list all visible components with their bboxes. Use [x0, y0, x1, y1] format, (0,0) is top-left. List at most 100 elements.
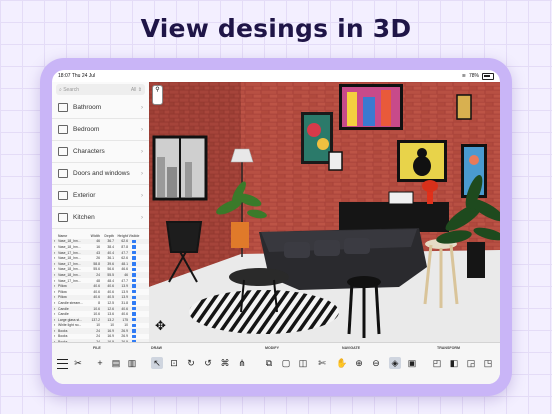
cell-width: 46 — [96, 239, 100, 244]
visible-checkbox[interactable] — [132, 323, 136, 328]
category-bathroom[interactable]: Bathroom › — [52, 97, 149, 119]
cell-depth: 16.9 — [107, 334, 114, 339]
copy-icon[interactable]: ⧉ — [263, 357, 275, 369]
visible-checkbox[interactable] — [132, 239, 136, 244]
visible-checkbox[interactable] — [132, 262, 136, 266]
pan-icon[interactable]: ✋ — [336, 357, 348, 369]
category-bedroom[interactable]: Bedroom › — [52, 119, 149, 141]
bathroom-icon — [58, 103, 68, 112]
battery-icon — [482, 72, 494, 80]
visible-checkbox[interactable] — [132, 301, 136, 305]
cell-name: Candle — [58, 306, 69, 311]
coffee-table — [229, 268, 289, 286]
col-height[interactable]: Height — [114, 234, 128, 238]
visible-checkbox[interactable] — [132, 273, 136, 277]
chevron-right-icon: › — [141, 126, 143, 133]
cell-name: Candle stream... — [58, 300, 83, 305]
visible-checkbox[interactable] — [132, 334, 136, 339]
navigation-pad-icon[interactable]: ✥ — [155, 318, 166, 334]
visible-checkbox[interactable] — [132, 317, 136, 322]
group-transform-label: TRANSFORM — [437, 346, 460, 350]
cell-depth: 40.6 — [107, 289, 114, 294]
cell-height: 175 — [122, 317, 128, 322]
chevron-right-icon: › — [141, 104, 143, 111]
col-width[interactable]: Width — [86, 234, 100, 238]
paste-style-icon[interactable]: ◫ — [297, 357, 309, 369]
characters-icon — [58, 147, 68, 156]
zoom-in-icon[interactable]: ⊕ — [353, 357, 365, 369]
visible-checkbox[interactable] — [132, 284, 136, 288]
cell-height: 47.7 — [121, 278, 128, 283]
create-walls-icon[interactable]: ⊡ — [168, 357, 180, 369]
cell-height: 48.1 — [121, 261, 128, 266]
cell-height: 26.9 — [121, 334, 128, 339]
cell-height: 13.9 — [121, 284, 128, 289]
category-characters[interactable]: Characters › — [52, 141, 149, 163]
filter-value[interactable]: All — [131, 87, 137, 93]
menu-icon[interactable] — [57, 359, 68, 369]
col-depth[interactable]: Depth — [100, 234, 114, 238]
rotate-icon[interactable]: ◰ — [431, 357, 443, 369]
create-dimensions-icon[interactable]: ⌘ — [219, 357, 231, 369]
cut-icon[interactable]: ✄ — [316, 357, 328, 369]
save-icon[interactable]: ▥ — [126, 357, 138, 369]
compass-icon[interactable]: ⚲ — [152, 85, 163, 105]
headline: View desings in 3D — [140, 14, 412, 43]
3d-view-icon[interactable]: ◈ — [389, 357, 401, 369]
flip-icon[interactable]: ◧ — [448, 357, 460, 369]
bedroom-icon — [58, 125, 68, 134]
3d-view[interactable]: ⚲ ✥ — [149, 82, 500, 342]
visible-checkbox[interactable] — [132, 312, 136, 316]
visible-checkbox[interactable] — [132, 267, 136, 272]
col-visible[interactable]: Visible — [128, 234, 140, 238]
furniture-table: Name Width Depth Height Visible ▪ Vase_18… — [52, 233, 149, 342]
align-icon[interactable]: ◳ — [482, 357, 494, 369]
painting-small-right — [456, 94, 472, 120]
visible-checkbox[interactable] — [132, 245, 136, 249]
add-icon[interactable]: + — [94, 357, 106, 369]
resize-icon[interactable]: ◲ — [465, 357, 477, 369]
visible-checkbox[interactable] — [132, 278, 136, 283]
cell-name: Vase_18_Inn... — [58, 244, 81, 249]
cell-depth: 39.6 — [107, 261, 114, 266]
cell-width: 26 — [96, 256, 100, 261]
cell-width: 24 — [96, 272, 100, 277]
visible-checkbox[interactable] — [132, 289, 136, 294]
visible-checkbox[interactable] — [132, 256, 136, 260]
open-icon[interactable]: ▤ — [110, 357, 122, 369]
category-exterior[interactable]: Exterior › — [52, 185, 149, 207]
col-name[interactable]: Name — [58, 234, 86, 238]
cell-name: White light no... — [58, 323, 82, 328]
cell-name: Vase_18_Inn... — [58, 267, 81, 272]
visible-checkbox[interactable] — [132, 250, 136, 255]
cell-height: 13.9 — [121, 289, 128, 294]
create-labels-icon[interactable]: ⋔ — [236, 357, 248, 369]
category-kitchen[interactable]: Kitchen › — [52, 207, 149, 229]
select-icon[interactable]: ↖ — [151, 357, 163, 369]
visible-checkbox[interactable] — [132, 329, 136, 333]
zoom-out-icon[interactable]: ⊖ — [370, 357, 382, 369]
visible-checkbox[interactable] — [132, 306, 136, 311]
group-modify-label: MODIFY — [265, 346, 279, 350]
paste-icon[interactable]: ▢ — [280, 357, 292, 369]
group-navigate-label: NAVIGATE — [342, 346, 361, 350]
cell-name: Vase_17_Inn... — [58, 261, 81, 266]
cell-name: Books — [58, 334, 68, 339]
create-polylines-icon[interactable]: ↺ — [202, 357, 214, 369]
visible-checkbox[interactable] — [132, 295, 136, 300]
painting-small-left — [328, 151, 343, 171]
cell-name: Pillow — [58, 295, 67, 300]
cell-depth: 36.1 — [107, 256, 114, 261]
chevron-right-icon: › — [141, 192, 143, 199]
cell-depth: 56.6 — [107, 267, 114, 272]
cell-depth: 12.6 — [107, 306, 114, 311]
cell-height: 13.9 — [121, 295, 128, 300]
search-icon: ⌕ — [59, 86, 62, 93]
tools-icon[interactable]: ✂ — [72, 357, 84, 369]
cell-depth: 40.6 — [107, 284, 114, 289]
search-bar[interactable]: ⌕ Search All ⇕ — [56, 84, 145, 95]
category-doors[interactable]: Doors and windows › — [52, 163, 149, 185]
chevron-right-icon: › — [141, 170, 143, 177]
aerial-view-icon[interactable]: ▣ — [406, 357, 418, 369]
create-rooms-icon[interactable]: ↻ — [185, 357, 197, 369]
